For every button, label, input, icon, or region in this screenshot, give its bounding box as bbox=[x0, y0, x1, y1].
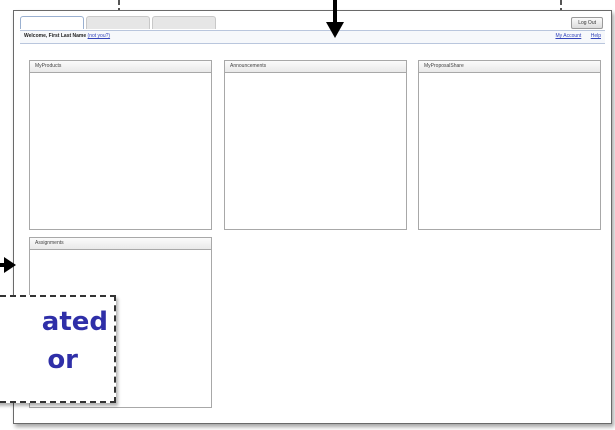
tab-1[interactable] bbox=[20, 16, 84, 29]
welcome-label: Welcome, First Last Name bbox=[24, 33, 87, 39]
panel-title: Assignments bbox=[30, 238, 211, 250]
callout-line-1: ated bbox=[41, 307, 108, 337]
callout-line-2: or bbox=[47, 345, 78, 375]
panel-my-proposals: MyProposalShare bbox=[418, 60, 601, 230]
welcome-message: Welcome, First Last Name (not you?) bbox=[24, 33, 110, 39]
not-you-link[interactable]: (not you?) bbox=[88, 33, 111, 39]
panel-title: MyProducts bbox=[30, 61, 211, 73]
tab-3[interactable] bbox=[152, 16, 216, 29]
arrow-down-icon bbox=[326, 22, 344, 38]
my-account-link[interactable]: My Account bbox=[555, 33, 581, 39]
tab-strip bbox=[20, 16, 216, 29]
help-link[interactable]: Help bbox=[591, 33, 601, 39]
screenshot-stage: Log Out Welcome, First Last Name (not yo… bbox=[0, 0, 615, 430]
header-links: My Account Help bbox=[547, 33, 601, 39]
logoff-button[interactable]: Log Out bbox=[571, 17, 603, 29]
arrow-right-icon bbox=[4, 257, 16, 273]
panel-title: MyProposalShare bbox=[419, 61, 600, 73]
annotation-callout: ated or bbox=[0, 295, 116, 403]
panel-announcements: Announcements bbox=[224, 60, 407, 230]
welcome-bar: Welcome, First Last Name (not you?) My A… bbox=[20, 30, 605, 44]
panel-title: Announcements bbox=[225, 61, 406, 73]
panel-my-products: MyProducts bbox=[29, 60, 212, 230]
tab-2[interactable] bbox=[86, 16, 150, 29]
